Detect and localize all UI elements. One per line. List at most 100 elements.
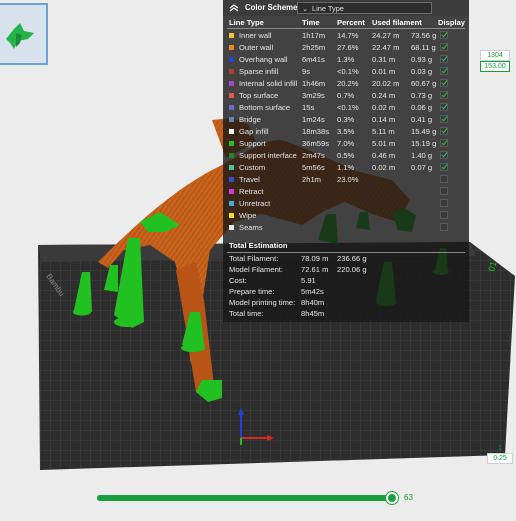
panel-title: Color Scheme <box>245 3 298 12</box>
line-type-name: Unretract <box>239 199 271 208</box>
line-time: 1h17m <box>302 31 326 40</box>
display-checkbox[interactable] <box>440 43 448 51</box>
line-length: 22.47 m <box>372 43 400 52</box>
line-type-row: Sparse infill 9s <0.1% 0.01 m 0.03 g <box>223 66 469 78</box>
display-checkbox[interactable] <box>440 79 448 87</box>
color-swatch <box>229 201 234 206</box>
display-checkbox[interactable] <box>440 67 448 75</box>
collapse-icon[interactable] <box>229 4 239 12</box>
display-checkbox[interactable] <box>440 55 448 63</box>
color-scheme-dropdown[interactable]: ⌄ Line Type <box>297 2 432 14</box>
plate-thumbnail[interactable] <box>0 3 48 65</box>
estimation-value: 8h40m <box>301 298 325 307</box>
line-time: 3m29s <box>302 91 325 100</box>
line-percent: 7.0% <box>337 139 355 148</box>
line-type-name: Gap infill <box>239 127 269 136</box>
display-checkbox[interactable] <box>440 187 448 195</box>
estimation-divider <box>227 252 465 253</box>
line-type-row: Retract <box>223 186 469 198</box>
line-type-row: Gap infill 18m38s 3.5% 5.11 m 15.49 g <box>223 126 469 138</box>
color-swatch <box>229 129 234 134</box>
line-type-name: Custom <box>239 163 266 172</box>
line-type-name: Support interface <box>239 151 297 160</box>
line-type-name: Inner wall <box>239 31 272 40</box>
line-type-row: Bridge 1m24s 0.3% 0.14 m 0.41 g <box>223 114 469 126</box>
display-checkbox[interactable] <box>440 115 448 123</box>
line-percent: <0.1% <box>337 103 359 112</box>
estimation-value: 72.61 m <box>301 265 329 274</box>
move-slider-track[interactable] <box>97 495 397 501</box>
color-swatch <box>229 93 234 98</box>
display-checkbox[interactable] <box>440 211 448 219</box>
estimation-label: Prepare time: <box>229 287 275 296</box>
color-swatch <box>229 213 234 218</box>
line-percent: 0.5% <box>337 151 355 160</box>
line-type-row: Top surface 3m29s 0.7% 0.24 m 0.73 g <box>223 90 469 102</box>
line-percent: 1.3% <box>337 55 355 64</box>
line-weight: 0.41 g <box>411 115 433 124</box>
bottom-layer-height: 0.25 <box>487 453 513 464</box>
line-length: 5.01 m <box>372 139 396 148</box>
line-weight: 68.11 g <box>411 43 436 52</box>
color-swatch <box>229 177 234 182</box>
display-checkbox[interactable] <box>440 175 448 183</box>
line-length: 0.02 m <box>372 163 396 172</box>
display-checkbox[interactable] <box>440 139 448 147</box>
estimation-label: Total time: <box>229 309 264 318</box>
line-type-name: Bridge <box>239 115 261 124</box>
line-length: 0.01 m <box>372 67 396 76</box>
display-checkbox[interactable] <box>440 31 448 39</box>
move-slider-thumb[interactable] <box>386 492 398 504</box>
header-divider <box>227 28 465 29</box>
display-checkbox[interactable] <box>440 103 448 111</box>
line-weight: 15.19 g <box>411 139 437 148</box>
color-swatch <box>229 57 234 62</box>
layer-bottom-badge[interactable]: 1 0.25 <box>487 444 513 464</box>
layer-top-badge[interactable]: 1304 153.00 <box>480 50 510 72</box>
line-length: 0.24 m <box>372 91 396 100</box>
color-swatch <box>229 117 234 122</box>
display-checkbox[interactable] <box>440 127 448 135</box>
line-time: 36m59s <box>302 139 330 148</box>
line-percent: 20.2% <box>337 79 359 88</box>
line-type-row: Bottom surface 15s <0.1% 0.02 m 0.06 g <box>223 102 469 114</box>
move-slider-value: 63 <box>404 493 413 502</box>
line-weight: 0.93 g <box>411 55 433 64</box>
line-time: 2m47s <box>302 151 325 160</box>
estimation-label: Model printing time: <box>229 298 296 307</box>
line-type-name: Wipe <box>239 211 257 220</box>
display-checkbox[interactable] <box>440 163 448 171</box>
display-checkbox[interactable] <box>440 199 448 207</box>
estimation-value-2: 236.66 g <box>337 254 367 263</box>
line-length: 0.31 m <box>372 55 396 64</box>
color-swatch <box>229 141 234 146</box>
chevron-down-icon: ⌄ <box>302 4 309 13</box>
line-percent: <0.1% <box>337 67 359 76</box>
header-line-type: Line Type <box>229 18 264 27</box>
line-type-name: Overhang wall <box>239 55 288 64</box>
estimation-value: 8h45m <box>301 309 325 318</box>
estimation-value: 5.91 <box>301 276 316 285</box>
model-thumbnail-icon <box>6 23 34 49</box>
display-checkbox[interactable] <box>440 91 448 99</box>
total-estimation-title: Total Estimation <box>229 241 288 250</box>
display-checkbox[interactable] <box>440 151 448 159</box>
color-swatch <box>229 153 234 158</box>
line-length: 0.14 m <box>372 115 396 124</box>
line-type-row: Inner wall 1h17m 14.7% 24.27 m 73.56 g <box>223 30 469 42</box>
header-time: Time <box>302 18 320 27</box>
color-swatch <box>229 105 234 110</box>
color-swatch <box>229 165 234 170</box>
color-swatch <box>229 33 234 38</box>
line-type-name: Top surface <box>239 91 279 100</box>
color-swatch <box>229 81 234 86</box>
line-weight: 0.73 g <box>411 91 433 100</box>
display-checkbox[interactable] <box>440 223 448 231</box>
line-length: 20.02 m <box>372 79 400 88</box>
line-percent: 1.1% <box>337 163 355 172</box>
header-used-filament: Used filament <box>372 18 422 27</box>
line-type-row: Travel 2h1m 23.0% <box>223 174 469 186</box>
color-scheme-panel: Color Scheme ⌄ Line Type Line Type Time … <box>223 0 469 322</box>
line-type-name: Bottom surface <box>239 103 291 112</box>
color-swatch <box>229 189 234 194</box>
